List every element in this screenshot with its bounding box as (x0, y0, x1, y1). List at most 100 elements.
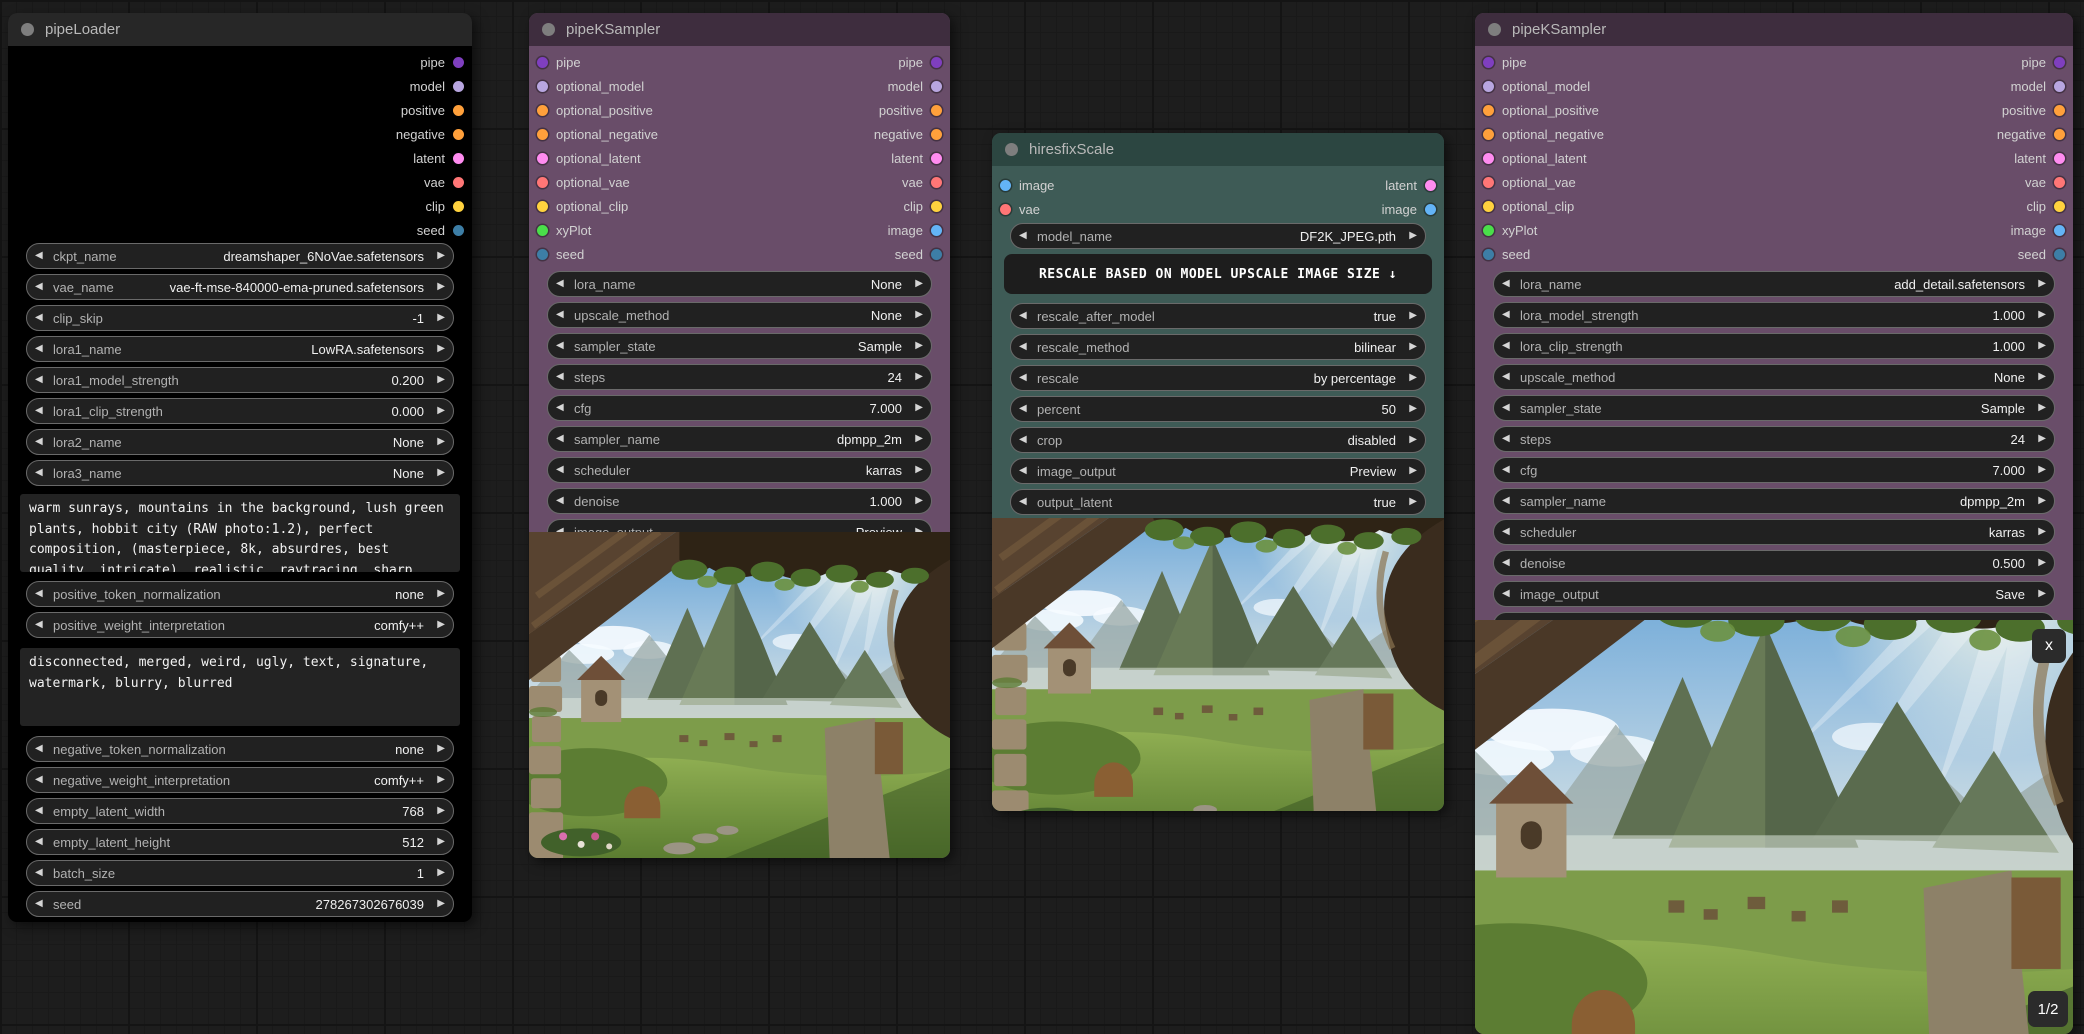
decrement-arrow-icon[interactable]: ◀ (1502, 310, 1517, 320)
output-slot-seed[interactable] (2054, 249, 2065, 260)
decrement-arrow-icon[interactable]: ◀ (35, 437, 50, 447)
widget-lora-name[interactable]: ◀lora_nameadd_detail.safetensors▶ (1493, 271, 2055, 297)
decrement-arrow-icon[interactable]: ◀ (1019, 497, 1034, 507)
positive-prompt-textarea[interactable]: warm sunrays, mountains in the backgroun… (20, 494, 460, 572)
widget-lora1-model-strength[interactable]: ◀lora1_model_strength0.200▶ (26, 367, 454, 393)
decrement-arrow-icon[interactable]: ◀ (35, 837, 50, 847)
decrement-arrow-icon[interactable]: ◀ (1019, 373, 1034, 383)
increment-arrow-icon[interactable]: ▶ (430, 468, 445, 478)
decrement-arrow-icon[interactable]: ◀ (35, 468, 50, 478)
decrement-arrow-icon[interactable]: ◀ (35, 775, 50, 785)
widget-image-output[interactable]: ◀image_outputPreview▶ (1010, 458, 1426, 484)
widget-batch-size[interactable]: ◀batch_size1▶ (26, 860, 454, 886)
decrement-arrow-icon[interactable]: ◀ (35, 251, 50, 261)
widget-negative-token-normalization[interactable]: ◀negative_token_normalizationnone▶ (26, 736, 454, 762)
output-slot-pipe[interactable] (2054, 57, 2065, 68)
output-slot-clip[interactable] (2054, 201, 2065, 212)
decrement-arrow-icon[interactable]: ◀ (1502, 341, 1517, 351)
input-slot-image[interactable] (1000, 180, 1011, 191)
increment-arrow-icon[interactable]: ▶ (430, 282, 445, 292)
increment-arrow-icon[interactable]: ▶ (908, 434, 923, 444)
increment-arrow-icon[interactable]: ▶ (2031, 403, 2046, 413)
input-slot-optional-latent[interactable] (1483, 153, 1494, 164)
output-slot-image[interactable] (1425, 204, 1436, 215)
output-slot-negative[interactable] (453, 129, 464, 140)
increment-arrow-icon[interactable]: ▶ (1402, 231, 1417, 241)
widget-output-latent[interactable]: ◀output_latenttrue▶ (1010, 489, 1426, 515)
output-slot-model[interactable] (931, 81, 942, 92)
output-slot-latent[interactable] (2054, 153, 2065, 164)
widget-sampler-state[interactable]: ◀sampler_stateSample▶ (547, 333, 932, 359)
node-hiresfixscale[interactable]: hiresfixScale imagelatent vaeimage ◀mode… (992, 133, 1444, 811)
increment-arrow-icon[interactable]: ▶ (430, 899, 445, 909)
input-slot-optional-clip[interactable] (1483, 201, 1494, 212)
decrement-arrow-icon[interactable]: ◀ (556, 310, 571, 320)
widget-lora1-name[interactable]: ◀lora1_nameLowRA.safetensors▶ (26, 336, 454, 362)
decrement-arrow-icon[interactable]: ◀ (556, 496, 571, 506)
increment-arrow-icon[interactable]: ▶ (430, 806, 445, 816)
input-slot-optional-vae[interactable] (1483, 177, 1494, 188)
increment-arrow-icon[interactable]: ▶ (430, 437, 445, 447)
widget-lora2-name[interactable]: ◀lora2_nameNone▶ (26, 429, 454, 455)
widget-sampler-state[interactable]: ◀sampler_stateSample▶ (1493, 395, 2055, 421)
widget-empty-latent-height[interactable]: ◀empty_latent_height512▶ (26, 829, 454, 855)
input-slot-optional-model[interactable] (537, 81, 548, 92)
output-slot-positive[interactable] (2054, 105, 2065, 116)
increment-arrow-icon[interactable]: ▶ (1402, 497, 1417, 507)
output-slot-latent[interactable] (1425, 180, 1436, 191)
widget-denoise[interactable]: ◀denoise1.000▶ (547, 488, 932, 514)
input-slot-optional-latent[interactable] (537, 153, 548, 164)
widget-upscale-method[interactable]: ◀upscale_methodNone▶ (1493, 364, 2055, 390)
increment-arrow-icon[interactable]: ▶ (1402, 373, 1417, 383)
increment-arrow-icon[interactable]: ▶ (2031, 465, 2046, 475)
output-slot-positive[interactable] (931, 105, 942, 116)
decrement-arrow-icon[interactable]: ◀ (556, 403, 571, 413)
decrement-arrow-icon[interactable]: ◀ (35, 589, 50, 599)
output-slot-model[interactable] (2054, 81, 2065, 92)
widget-empty-latent-width[interactable]: ◀empty_latent_width768▶ (26, 798, 454, 824)
widget-lora3-name[interactable]: ◀lora3_nameNone▶ (26, 460, 454, 486)
output-slot-vae[interactable] (453, 177, 464, 188)
input-slot-optional-negative[interactable] (537, 129, 548, 140)
close-preview-button[interactable]: x (2032, 629, 2066, 663)
increment-arrow-icon[interactable]: ▶ (1402, 404, 1417, 414)
output-slot-image[interactable] (2054, 225, 2065, 236)
increment-arrow-icon[interactable]: ▶ (430, 868, 445, 878)
input-slot-optional-negative[interactable] (1483, 129, 1494, 140)
decrement-arrow-icon[interactable]: ◀ (35, 406, 50, 416)
decrement-arrow-icon[interactable]: ◀ (1019, 231, 1034, 241)
input-slot-pipe[interactable] (1483, 57, 1494, 68)
widget-steps[interactable]: ◀steps24▶ (1493, 426, 2055, 452)
node-titlebar[interactable]: hiresfixScale (992, 133, 1444, 166)
output-slot-clip[interactable] (453, 201, 464, 212)
increment-arrow-icon[interactable]: ▶ (2031, 434, 2046, 444)
widget-scheduler[interactable]: ◀schedulerkarras▶ (1493, 519, 2055, 545)
widget-lora-clip-strength[interactable]: ◀lora_clip_strength1.000▶ (1493, 333, 2055, 359)
input-slot-optional-vae[interactable] (537, 177, 548, 188)
decrement-arrow-icon[interactable]: ◀ (35, 620, 50, 630)
increment-arrow-icon[interactable]: ▶ (430, 837, 445, 847)
node-titlebar[interactable]: pipeKSampler (1475, 13, 2073, 46)
increment-arrow-icon[interactable]: ▶ (908, 372, 923, 382)
increment-arrow-icon[interactable]: ▶ (1402, 466, 1417, 476)
increment-arrow-icon[interactable]: ▶ (908, 496, 923, 506)
widget-model-name[interactable]: ◀model_nameDF2K_JPEG.pth▶ (1010, 223, 1426, 249)
input-slot-pipe[interactable] (537, 57, 548, 68)
widget-cfg[interactable]: ◀cfg7.000▶ (547, 395, 932, 421)
decrement-arrow-icon[interactable]: ◀ (1502, 279, 1517, 289)
collapse-dot[interactable] (542, 23, 555, 36)
decrement-arrow-icon[interactable]: ◀ (1502, 496, 1517, 506)
increment-arrow-icon[interactable]: ▶ (2031, 279, 2046, 289)
decrement-arrow-icon[interactable]: ◀ (1502, 403, 1517, 413)
decrement-arrow-icon[interactable]: ◀ (1502, 434, 1517, 444)
widget-cfg[interactable]: ◀cfg7.000▶ (1493, 457, 2055, 483)
increment-arrow-icon[interactable]: ▶ (430, 406, 445, 416)
widget-lora-name[interactable]: ◀lora_nameNone▶ (547, 271, 932, 297)
decrement-arrow-icon[interactable]: ◀ (1019, 342, 1034, 352)
increment-arrow-icon[interactable]: ▶ (908, 310, 923, 320)
widget-positive-token-normalization[interactable]: ◀positive_token_normalizationnone▶ (26, 581, 454, 607)
decrement-arrow-icon[interactable]: ◀ (1502, 558, 1517, 568)
widget-denoise[interactable]: ◀denoise0.500▶ (1493, 550, 2055, 576)
decrement-arrow-icon[interactable]: ◀ (35, 313, 50, 323)
collapse-dot[interactable] (21, 23, 34, 36)
